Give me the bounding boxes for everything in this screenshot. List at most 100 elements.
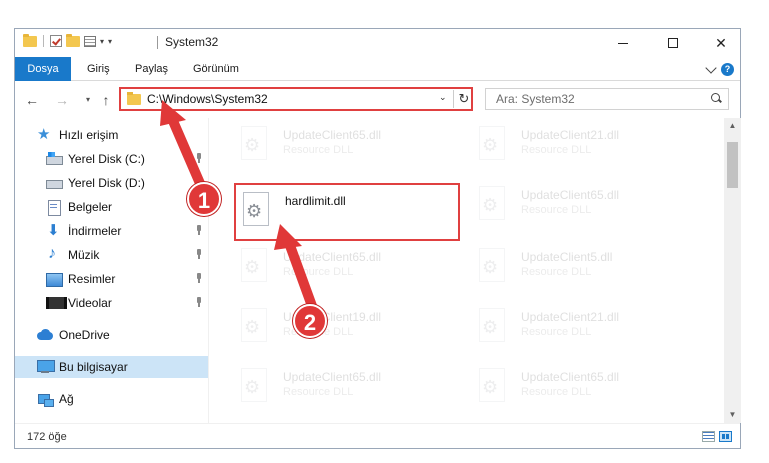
tab-file[interactable]: Dosya [15, 57, 71, 81]
search-placeholder: Ara: System32 [496, 92, 575, 106]
file-item[interactable]: UpdateClient65.dll Resource DLL [235, 122, 461, 174]
nav-item-pictures[interactable]: Resimler [15, 268, 208, 290]
file-item[interactable]: UpdateClient65.dll Resource DLL [235, 364, 461, 416]
dll-file-icon [237, 368, 269, 408]
file-item[interactable]: UpdateClient19.dll Resource DLL [235, 304, 461, 356]
file-name: UpdateClient65.dll [521, 188, 620, 202]
music-icon [46, 245, 62, 263]
minimize-icon [618, 42, 628, 44]
up-button[interactable]: ↑ [97, 91, 115, 109]
nav-network[interactable]: Ağ [15, 388, 208, 410]
nav-label: Yerel Disk (C:) [68, 152, 145, 166]
recent-locations-button[interactable]: ▾ [79, 91, 97, 109]
file-type: Resource DLL [283, 266, 354, 278]
file-item[interactable]: UpdateClient65.dll Resource DLL [473, 182, 699, 234]
dll-file-icon [475, 368, 507, 408]
address-path[interactable]: C:\Windows\System32 [147, 92, 268, 106]
nav-item-music[interactable]: Müzik [15, 244, 208, 266]
window-title: System32 [165, 35, 219, 49]
documents-icon [46, 200, 62, 216]
address-folder-icon [127, 92, 141, 105]
navigation-pane: Hızlı erişim Yerel Disk (C:) Yerel Disk … [15, 118, 208, 423]
maximize-button[interactable] [649, 29, 697, 57]
item-count: 172 öğe [27, 431, 67, 443]
tab-view[interactable]: Görünüm [189, 57, 243, 81]
expand-ribbon-icon[interactable] [705, 61, 717, 74]
dll-file-icon [475, 248, 507, 288]
address-dropdown-icon[interactable]: ⌄ [439, 92, 447, 103]
onedrive-cloud-icon [37, 328, 53, 342]
dll-file-icon [237, 248, 269, 288]
nav-this-pc[interactable]: Bu bilgisayar [15, 356, 208, 378]
nav-label: Belgeler [68, 200, 113, 214]
nav-label: Hızlı erişim [59, 128, 119, 142]
minimize-button[interactable] [599, 29, 647, 57]
forward-button[interactable]: → [53, 91, 71, 109]
details-view-icon[interactable] [702, 431, 715, 442]
tab-home[interactable]: Giriş [83, 57, 114, 81]
file-item[interactable]: UpdateClient65.dll Resource DLL [235, 244, 461, 296]
step-1-badge: 1 [187, 182, 221, 216]
pin-icon [194, 273, 204, 283]
address-bar[interactable]: C:\Windows\System32 ⌄ ↻ [119, 87, 473, 111]
customize-toolbar-caret-icon[interactable]: ▾ [100, 37, 104, 46]
nav-item-local-disk-d[interactable]: Yerel Disk (D:) [15, 172, 208, 194]
nav-label: OneDrive [59, 328, 110, 342]
file-type: Resource DLL [521, 386, 592, 398]
nav-label: Ağ [59, 392, 74, 406]
file-name: UpdateClient65.dll [521, 370, 620, 384]
file-type: Resource DLL [521, 326, 592, 338]
ribbon: Dosya Giriş Paylaş Görünüm ? [15, 57, 740, 81]
dll-file-icon [237, 308, 269, 348]
tiles-view-icon[interactable] [719, 431, 732, 442]
quick-access-toolbar: ▾ ▾ [23, 33, 112, 47]
file-item[interactable]: UpdateClient65.dll Resource DLL [473, 364, 699, 416]
refresh-icon[interactable]: ↻ [457, 90, 471, 108]
properties-check-icon[interactable] [50, 35, 62, 47]
nav-onedrive[interactable]: OneDrive [15, 324, 208, 346]
drive-c-icon [46, 152, 63, 166]
pin-icon [194, 225, 204, 235]
step-2-badge: 2 [293, 304, 327, 338]
scrollbar-thumb[interactable] [727, 142, 738, 188]
nav-label: Videolar [68, 296, 112, 310]
file-name: UpdateClient5.dll [521, 250, 613, 264]
nav-label: Müzik [68, 248, 100, 262]
toolbar-dropdown-icon[interactable]: ▾ [108, 37, 112, 46]
search-box[interactable]: Ara: System32 [485, 88, 729, 110]
search-icon[interactable] [711, 93, 722, 104]
vertical-scrollbar[interactable]: ▲ ▼ [724, 118, 741, 423]
pin-icon [194, 297, 204, 307]
folder-icon [23, 33, 37, 47]
new-folder-icon[interactable] [66, 33, 80, 47]
pictures-icon [46, 272, 63, 287]
nav-item-downloads[interactable]: İndirmeler [15, 220, 208, 242]
rename-icon[interactable] [84, 35, 96, 47]
nav-quick-access[interactable]: Hızlı erişim [15, 124, 208, 146]
scroll-down-icon[interactable]: ▼ [724, 407, 741, 423]
file-type: Resource DLL [521, 204, 592, 216]
file-type: Resource DLL [283, 386, 354, 398]
title-divider [157, 36, 158, 49]
file-item[interactable]: UpdateClient5.dll Resource DLL [473, 244, 699, 296]
file-item[interactable]: UpdateClient21.dll Resource DLL [473, 304, 699, 356]
drive-d-icon [46, 176, 63, 190]
back-button[interactable]: ← [23, 91, 41, 109]
file-name: UpdateClient21.dll [521, 128, 620, 142]
nav-item-videos[interactable]: Videolar [15, 292, 208, 314]
tab-share[interactable]: Paylaş [131, 57, 172, 81]
close-icon: ✕ [715, 34, 727, 51]
file-item[interactable]: UpdateClient21.dll Resource DLL [473, 122, 699, 174]
file-highlight-box [234, 183, 460, 241]
nav-item-local-disk-c[interactable]: Yerel Disk (C:) [15, 148, 208, 170]
dll-file-icon [475, 308, 507, 348]
maximize-icon [668, 38, 678, 48]
close-button[interactable]: ✕ [697, 29, 745, 57]
address-divider [453, 90, 454, 108]
computer-icon [37, 360, 55, 374]
file-name: UpdateClient21.dll [521, 310, 620, 324]
help-icon[interactable]: ? [721, 63, 734, 76]
star-icon [37, 125, 53, 143]
scroll-up-icon[interactable]: ▲ [724, 118, 741, 134]
nav-item-documents[interactable]: Belgeler [15, 196, 208, 218]
